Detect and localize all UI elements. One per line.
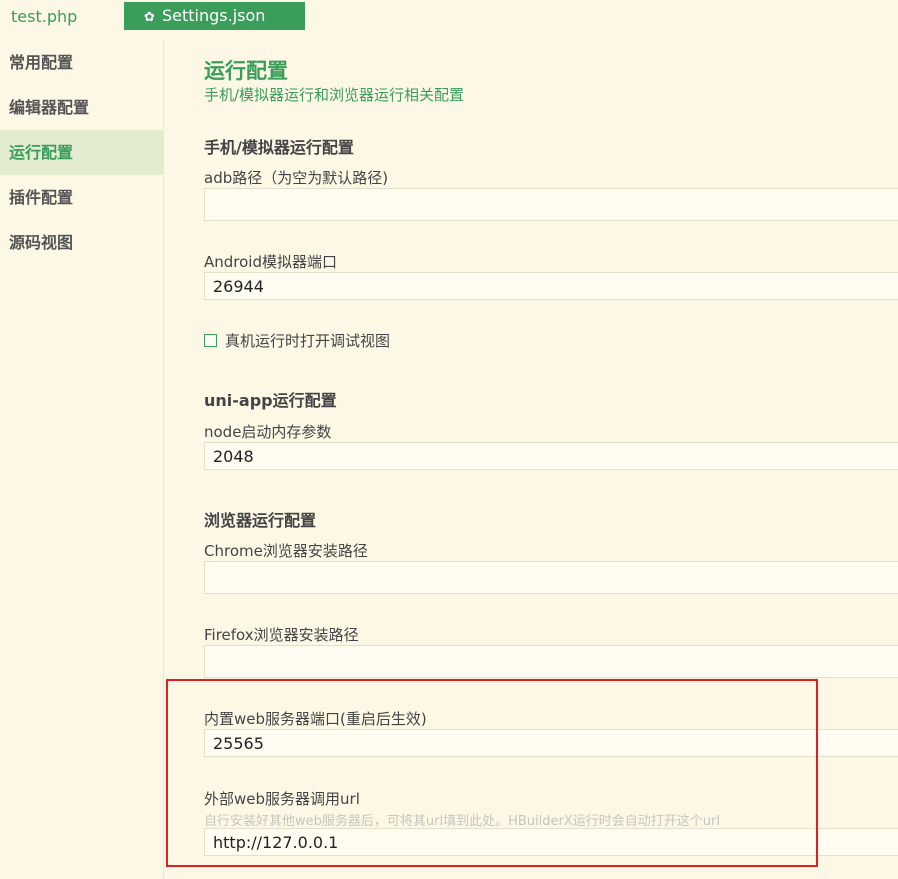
tab-label: test.php <box>11 7 78 26</box>
adb-path-label: adb路径（为空为默认路径) <box>204 169 389 187</box>
tab-bar: test.php ✿ Settings.json <box>0 0 898 33</box>
sidebar: 常用配置 编辑器配置 运行配置 插件配置 源码视图 <box>0 40 164 879</box>
sidebar-item-label: 源码视图 <box>9 233 74 252</box>
node-memory-label: node启动内存参数 <box>204 423 332 441</box>
sidebar-item-editor[interactable]: 编辑器配置 <box>0 85 163 130</box>
debug-view-checkbox[interactable] <box>204 334 217 347</box>
android-port-input[interactable] <box>204 272 898 300</box>
sidebar-item-label: 插件配置 <box>9 188 74 207</box>
external-url-input[interactable] <box>204 828 898 856</box>
tab-test-php[interactable]: test.php <box>0 0 118 33</box>
sidebar-item-label: 常用配置 <box>9 53 74 72</box>
section-title-mobile: 手机/模拟器运行配置 <box>204 138 354 157</box>
chrome-path-input[interactable] <box>204 561 898 594</box>
firefox-path-input[interactable] <box>204 645 898 678</box>
web-server-port-input[interactable] <box>204 729 898 757</box>
tab-settings-json[interactable]: ✿ Settings.json <box>124 2 305 30</box>
page-title: 运行配置 <box>204 59 288 83</box>
sidebar-item-common[interactable]: 常用配置 <box>0 40 163 85</box>
tab-label: Settings.json <box>162 6 266 25</box>
external-url-label: 外部web服务器调用url <box>204 790 360 808</box>
section-title-browser: 浏览器运行配置 <box>204 511 317 530</box>
sidebar-item-run[interactable]: 运行配置 <box>0 130 163 175</box>
debug-view-checkbox-label: 真机运行时打开调试视图 <box>225 332 391 350</box>
sidebar-item-label: 运行配置 <box>9 143 74 162</box>
firefox-path-label: Firefox浏览器安装路径 <box>204 626 359 644</box>
gear-icon: ✿ <box>144 10 155 25</box>
sidebar-item-source-view[interactable]: 源码视图 <box>0 220 163 265</box>
sidebar-item-label: 编辑器配置 <box>9 98 90 117</box>
android-port-label: Android模拟器端口 <box>204 253 337 271</box>
debug-view-checkbox-row[interactable]: 真机运行时打开调试视图 <box>204 330 390 351</box>
chrome-path-label: Chrome浏览器安装路径 <box>204 542 368 560</box>
external-url-hint: 自行安装好其他web服务器后，可将其url填到此处。HBuilderX运行时会自… <box>204 814 720 829</box>
section-title-uniapp: uni-app运行配置 <box>204 391 337 410</box>
sidebar-item-plugins[interactable]: 插件配置 <box>0 175 163 220</box>
page-subtitle: 手机/模拟器运行和浏览器运行相关配置 <box>204 86 465 104</box>
web-server-port-label: 内置web服务器端口(重启后生效) <box>204 710 427 728</box>
node-memory-input[interactable] <box>204 442 898 470</box>
adb-path-input[interactable] <box>204 188 898 221</box>
